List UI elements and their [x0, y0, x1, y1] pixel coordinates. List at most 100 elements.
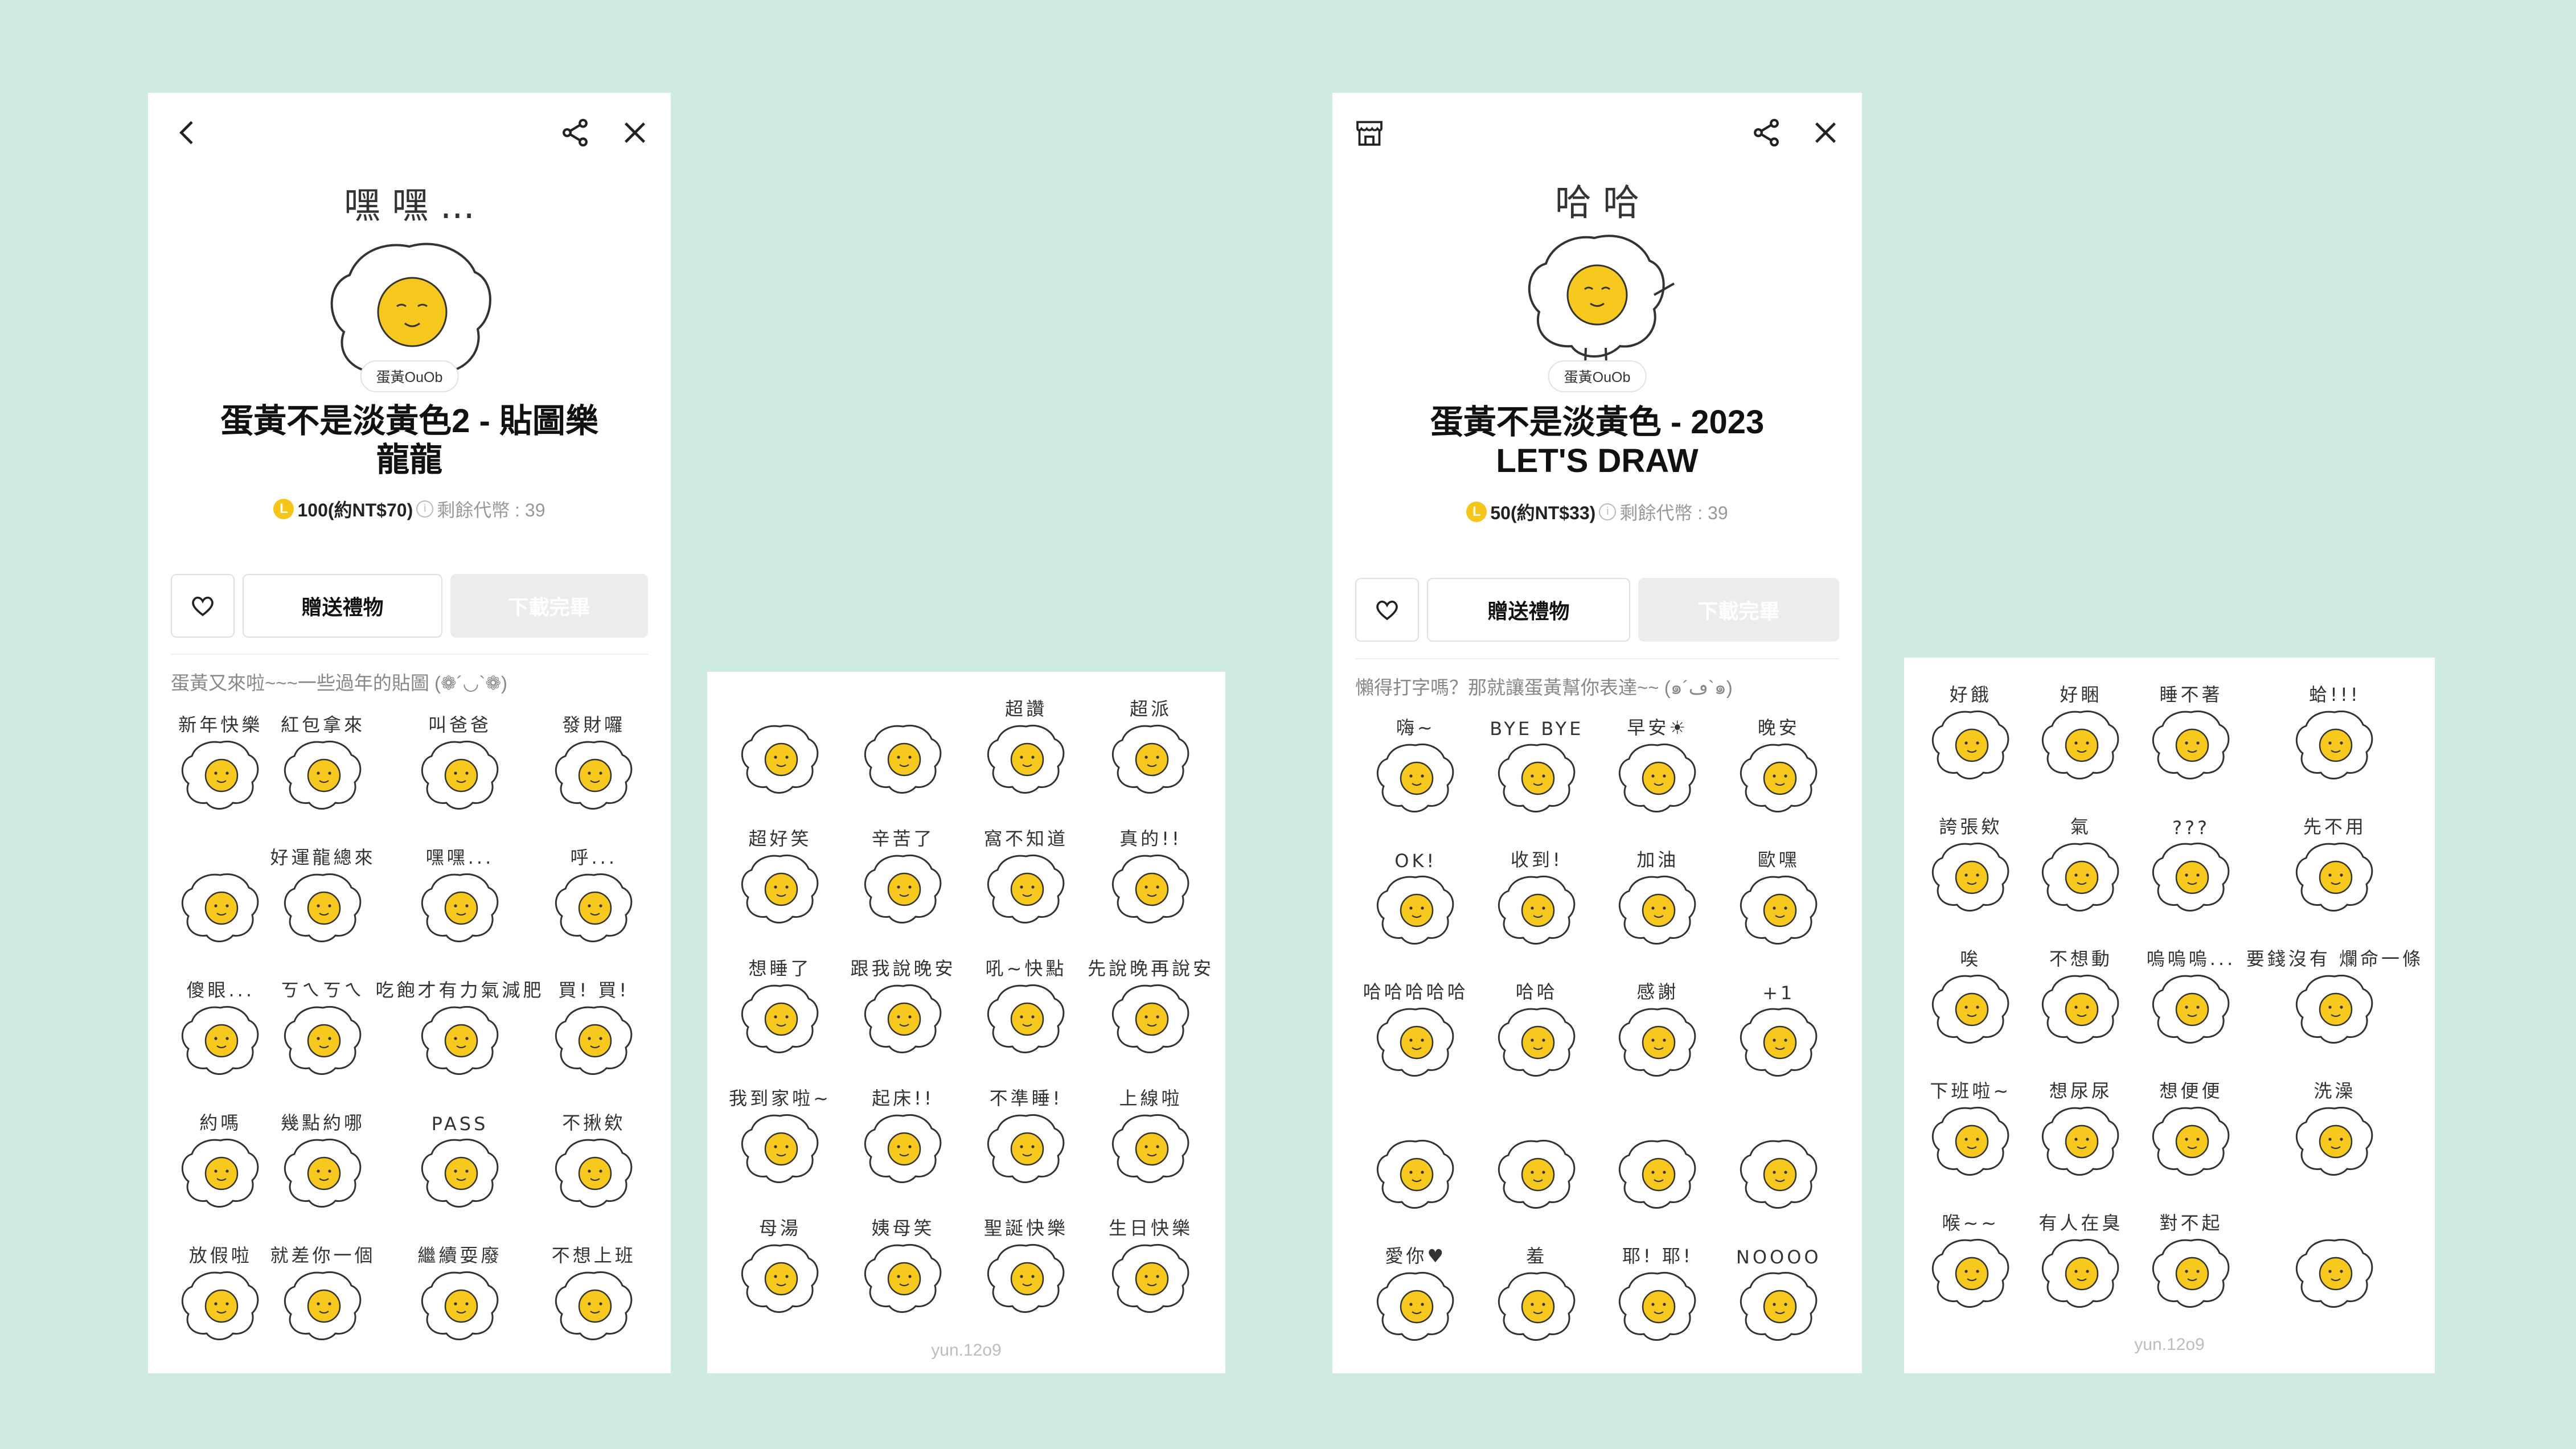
- sticker-item[interactable]: +1: [1718, 972, 1840, 1104]
- sticker-item[interactable]: 新年快樂: [171, 705, 270, 838]
- sticker-item[interactable]: [1355, 1104, 1476, 1236]
- info-icon[interactable]: i: [1599, 503, 1617, 520]
- sticker-item[interactable]: 不想上班: [544, 1235, 643, 1368]
- sticker-item[interactable]: 氣: [2026, 807, 2136, 939]
- set-description: 蛋黃又來啦~~~一些過年的貼圖 (❁´◡`❁): [171, 672, 508, 693]
- sticker-item[interactable]: 吃飽才有力氣減肥: [376, 970, 544, 1103]
- close-button[interactable]: [612, 110, 658, 155]
- sticker-item[interactable]: 聖誕快樂: [965, 1208, 1088, 1338]
- sticker-item[interactable]: 就差你一個: [270, 1235, 375, 1368]
- sticker-item[interactable]: 嗨~: [1355, 708, 1476, 840]
- sticker-item[interactable]: 對不起: [2136, 1203, 2246, 1335]
- sticker-item[interactable]: NOOOO: [1718, 1236, 1840, 1368]
- sticker-item[interactable]: 想睡了: [719, 949, 842, 1078]
- download-button[interactable]: 下載完畢: [450, 574, 648, 638]
- sticker-item[interactable]: 嗚嗚嗚...: [2136, 939, 2246, 1071]
- sticker-item[interactable]: 誇張欸: [1915, 807, 2026, 939]
- sticker-item[interactable]: 傻眼...: [171, 970, 270, 1103]
- sticker-item[interactable]: 晚安: [1718, 708, 1840, 840]
- sticker-item[interactable]: 好運龍總來: [270, 838, 375, 970]
- sticker-item[interactable]: 幾點約哪: [270, 1103, 375, 1235]
- sticker-item[interactable]: 呼...: [544, 838, 643, 970]
- sticker-item[interactable]: [171, 838, 270, 970]
- sticker-item[interactable]: 加油: [1597, 840, 1718, 972]
- favorite-button[interactable]: [1355, 578, 1419, 642]
- sticker-item[interactable]: [2246, 1203, 2423, 1335]
- download-button[interactable]: 下載完畢: [1638, 578, 1839, 642]
- sticker-item[interactable]: 母湯: [719, 1208, 842, 1338]
- sticker-item[interactable]: 睡不著: [2136, 675, 2246, 807]
- sticker-item[interactable]: 超好笑: [719, 819, 842, 949]
- sticker-item[interactable]: BYE BYE: [1476, 708, 1598, 840]
- sticker-item[interactable]: 姨母笑: [842, 1208, 965, 1338]
- sticker-item[interactable]: 歐嘿: [1718, 840, 1840, 972]
- send-gift-button[interactable]: 贈送禮物: [243, 574, 442, 638]
- share-button[interactable]: [552, 110, 598, 155]
- sticker-caption: 羞: [1526, 1245, 1548, 1267]
- sticker-caption: 新年快樂: [178, 714, 263, 736]
- sticker-item[interactable]: OK!: [1355, 840, 1476, 972]
- sticker-item[interactable]: 我到家啦~: [719, 1078, 842, 1208]
- sticker-item[interactable]: [1476, 1104, 1598, 1236]
- sticker-item[interactable]: 不揪欸: [544, 1103, 643, 1235]
- sticker-item[interactable]: 唉: [1915, 939, 2026, 1071]
- favorite-button[interactable]: [171, 574, 235, 638]
- sticker-item[interactable]: 吼~快點: [965, 949, 1088, 1078]
- sticker-item[interactable]: 超派: [1088, 689, 1214, 819]
- sticker-item[interactable]: 好餓: [1915, 675, 2026, 807]
- sticker-item[interactable]: 下班啦~: [1915, 1071, 2026, 1203]
- author-chip[interactable]: 蛋黃OuOb: [1548, 360, 1647, 392]
- sticker-item[interactable]: 窩不知道: [965, 819, 1088, 949]
- sticker-item[interactable]: 羞: [1476, 1236, 1598, 1368]
- sticker-item[interactable]: 哈哈哈哈哈: [1355, 972, 1476, 1104]
- sticker-item[interactable]: 喉~~: [1915, 1203, 2026, 1335]
- sticker-item[interactable]: 收到!: [1476, 840, 1598, 972]
- sticker-item[interactable]: 約嗎: [171, 1103, 270, 1235]
- sticker-item[interactable]: 感謝: [1597, 972, 1718, 1104]
- sticker-item[interactable]: 叫爸爸: [376, 705, 544, 838]
- sticker-item[interactable]: 不想動: [2026, 939, 2136, 1071]
- sticker-item[interactable]: ㄎㄟㄎㄟ: [270, 970, 375, 1103]
- sticker-item[interactable]: [719, 689, 842, 819]
- sticker-item[interactable]: 起床!!: [842, 1078, 965, 1208]
- sticker-item[interactable]: 好睏: [2026, 675, 2136, 807]
- sticker-item[interactable]: 繼續耍廢: [376, 1235, 544, 1368]
- sticker-item[interactable]: 耶! 耶!: [1597, 1236, 1718, 1368]
- sticker-item[interactable]: 洗澡: [2246, 1071, 2423, 1203]
- sticker-item[interactable]: ???: [2136, 807, 2246, 939]
- close-button[interactable]: [1803, 110, 1848, 155]
- sticker-item[interactable]: 超讚: [965, 689, 1088, 819]
- sticker-item[interactable]: 嘿嘿...: [376, 838, 544, 970]
- sticker-item[interactable]: 上線啦: [1088, 1078, 1214, 1208]
- sticker-caption: 買! 買!: [558, 979, 630, 1001]
- sticker-item[interactable]: 放假啦: [171, 1235, 270, 1368]
- sticker-item[interactable]: 真的!!: [1088, 819, 1214, 949]
- sticker-item[interactable]: 想尿尿: [2026, 1071, 2136, 1203]
- sticker-item[interactable]: [1718, 1104, 1840, 1236]
- sticker-item[interactable]: 辛苦了: [842, 819, 965, 949]
- back-button[interactable]: [165, 110, 211, 155]
- author-chip[interactable]: 蛋黃OuOb: [360, 360, 459, 392]
- sticker-item[interactable]: 不準睡!: [965, 1078, 1088, 1208]
- sticker-item[interactable]: 愛你♥: [1355, 1236, 1476, 1368]
- sticker-item[interactable]: 早安☀: [1597, 708, 1718, 840]
- send-gift-button[interactable]: 贈送禮物: [1427, 578, 1630, 642]
- sticker-item[interactable]: 紅包拿來: [270, 705, 375, 838]
- sticker-item[interactable]: [842, 689, 965, 819]
- sticker-item[interactable]: 哈哈: [1476, 972, 1598, 1104]
- sticker-item[interactable]: 蛤!!!: [2246, 675, 2423, 807]
- store-button[interactable]: [1347, 110, 1392, 155]
- sticker-item[interactable]: 先說晚再說安: [1088, 949, 1214, 1078]
- sticker-item[interactable]: [1597, 1104, 1718, 1236]
- sticker-item[interactable]: 有人在臭: [2026, 1203, 2136, 1335]
- sticker-item[interactable]: 要錢沒有 爛命一條: [2246, 939, 2423, 1071]
- sticker-item[interactable]: 生日快樂: [1088, 1208, 1214, 1338]
- share-button[interactable]: [1744, 110, 1789, 155]
- sticker-item[interactable]: 買! 買!: [544, 970, 643, 1103]
- sticker-item[interactable]: 跟我說晚安: [842, 949, 965, 1078]
- info-icon[interactable]: i: [416, 500, 434, 518]
- sticker-item[interactable]: 想便便: [2136, 1071, 2246, 1203]
- sticker-item[interactable]: 發財囉: [544, 705, 643, 838]
- sticker-item[interactable]: PASS: [376, 1103, 544, 1235]
- sticker-item[interactable]: 先不用: [2246, 807, 2423, 939]
